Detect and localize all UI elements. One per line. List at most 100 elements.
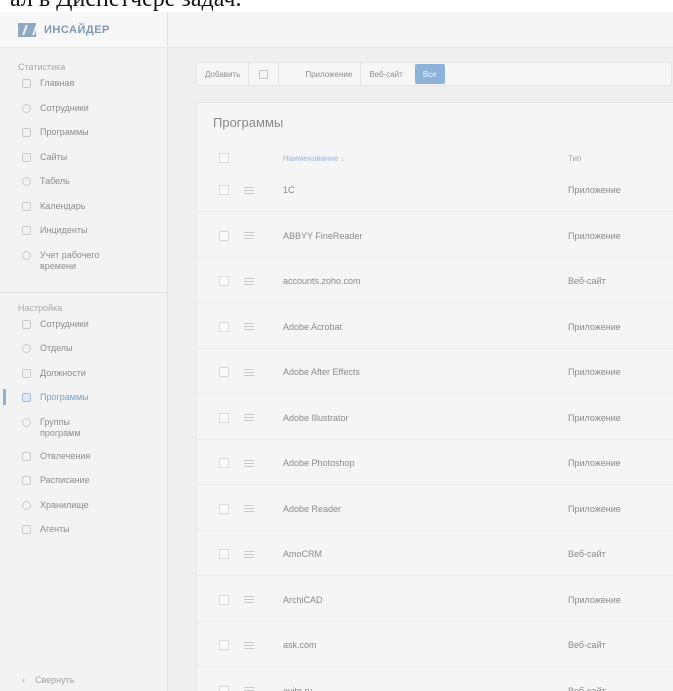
schedule-icon bbox=[22, 476, 31, 485]
stats-nav-list: Главная Сотрудники Программы Сайты Табель Кал… bbox=[0, 78, 167, 284]
drag-handle-icon[interactable] bbox=[244, 186, 254, 194]
filter-application-button[interactable]: Приложение bbox=[297, 63, 362, 85]
row-checkbox[interactable] bbox=[219, 640, 229, 650]
row-checkbox[interactable] bbox=[219, 276, 229, 286]
filter-website-button[interactable]: Веб-сайт bbox=[361, 63, 411, 85]
drag-handle-icon[interactable] bbox=[244, 323, 254, 330]
table-row[interactable]: Adobe After Effects Приложение bbox=[197, 365, 673, 379]
table-row[interactable]: ABBYY FineReader Приложение bbox=[197, 229, 673, 243]
row-checkbox[interactable] bbox=[219, 412, 229, 423]
filter-all-button[interactable]: Все bbox=[414, 64, 445, 84]
top-header bbox=[168, 12, 673, 48]
column-header-name[interactable]: Наименование ↓ bbox=[283, 154, 345, 163]
table-row[interactable]: Adobe Photoshop Приложение bbox=[197, 456, 673, 470]
table-row[interactable]: accounts.zoho.com Веб-сайт bbox=[197, 274, 673, 288]
row-checkbox[interactable] bbox=[219, 549, 229, 559]
collapse-sidebar-button[interactable]: ‹ Свернуть bbox=[22, 675, 74, 685]
program-name: accounts.zoho.com bbox=[283, 276, 361, 286]
row-checkbox[interactable] bbox=[219, 458, 229, 468]
sidebar-item[interactable]: Программы bbox=[0, 389, 167, 417]
apps-icon bbox=[22, 128, 31, 137]
row-checkbox[interactable] bbox=[219, 321, 229, 332]
row-divider bbox=[197, 484, 673, 485]
home-icon bbox=[22, 79, 31, 88]
chevron-left-icon: ‹ bbox=[22, 675, 25, 685]
user-icon bbox=[22, 319, 31, 329]
sidebar-item[interactable]: Календарь bbox=[0, 201, 167, 226]
sidebar-item[interactable]: Отделы bbox=[0, 343, 167, 368]
distraction-icon bbox=[22, 451, 31, 461]
sidebar-item[interactable]: Табель bbox=[0, 176, 167, 201]
drag-handle-icon[interactable] bbox=[244, 687, 254, 691]
sidebar-item[interactable]: Группы программ bbox=[0, 417, 167, 451]
row-checkbox[interactable] bbox=[219, 594, 229, 605]
logo-text: ИНСАЙДЕР bbox=[44, 23, 110, 36]
sidebar-item[interactable]: Главная bbox=[0, 78, 167, 103]
sidebar-item[interactable]: Отвлечения bbox=[0, 451, 167, 476]
row-divider bbox=[197, 438, 673, 440]
program-type: Приложение bbox=[568, 321, 621, 332]
program-type: Приложение bbox=[568, 185, 621, 195]
program-name: Adobe Photoshop bbox=[283, 458, 355, 468]
sidebar-item[interactable]: Сотрудники bbox=[0, 319, 167, 344]
add-button[interactable]: Добавить bbox=[197, 63, 250, 85]
programs-title: Программы bbox=[213, 115, 284, 130]
program-name: 1С bbox=[283, 185, 295, 195]
globe-icon bbox=[22, 152, 31, 162]
drag-handle-icon[interactable] bbox=[244, 414, 254, 421]
program-type: Приложение bbox=[568, 458, 621, 468]
row-divider bbox=[197, 620, 673, 622]
program-type: Приложение bbox=[568, 594, 621, 605]
sidebar-item[interactable]: Агенты bbox=[0, 524, 167, 549]
program-type: Веб-сайт bbox=[568, 276, 606, 286]
row-checkbox[interactable] bbox=[219, 685, 229, 691]
position-icon bbox=[22, 368, 31, 378]
delete-button[interactable] bbox=[249, 63, 280, 85]
sidebar-item[interactable]: Расписание bbox=[0, 475, 167, 500]
drag-handle-icon[interactable] bbox=[244, 596, 254, 603]
programs-card: Программы Наименование ↓ Тип 1С Приложение A… bbox=[196, 102, 673, 691]
main-area: Добавить Приложение Веб-сайт Все Програм… bbox=[168, 12, 673, 691]
drag-handle-icon[interactable] bbox=[244, 550, 254, 558]
row-checkbox[interactable] bbox=[219, 230, 229, 241]
program-name: Adobe Reader bbox=[283, 503, 342, 514]
sidebar-item[interactable]: Хранилище bbox=[0, 500, 167, 525]
sidebar-item-label: Программы bbox=[40, 127, 89, 137]
row-divider bbox=[197, 575, 673, 576]
sidebar-item[interactable]: Программы bbox=[0, 127, 167, 152]
row-divider bbox=[197, 256, 673, 258]
sidebar-item-label: Сотрудники bbox=[40, 102, 89, 113]
table-row[interactable]: ArchiCAD Приложение bbox=[197, 593, 673, 607]
sidebar-item[interactable]: Должности bbox=[0, 368, 167, 393]
table-row[interactable]: Adobe Illustrator Приложение bbox=[197, 411, 673, 425]
select-all-checkbox[interactable] bbox=[219, 153, 229, 163]
calendar-icon bbox=[22, 201, 31, 211]
sidebar-item[interactable]: Учет рабочего времени bbox=[0, 250, 167, 284]
table-row[interactable]: 1С Приложение bbox=[197, 183, 673, 197]
table-row[interactable]: AmoCRM Веб-сайт bbox=[197, 547, 673, 561]
drag-handle-icon[interactable] bbox=[244, 459, 254, 467]
sidebar-item[interactable]: Сайты bbox=[0, 152, 167, 177]
row-checkbox[interactable] bbox=[219, 367, 229, 377]
table-row[interactable]: avito.ru Веб-сайт bbox=[197, 684, 673, 691]
row-checkbox[interactable] bbox=[219, 503, 229, 514]
table-header-row: Наименование ↓ Тип bbox=[197, 151, 673, 165]
logo[interactable]: ИНСАЙДЕР bbox=[0, 12, 167, 48]
drag-handle-icon[interactable] bbox=[244, 368, 254, 376]
table-row[interactable]: Adobe Acrobat Приложение bbox=[197, 320, 673, 334]
trash-icon bbox=[259, 69, 269, 79]
drag-handle-icon[interactable] bbox=[244, 277, 254, 285]
drag-handle-icon[interactable] bbox=[244, 505, 254, 512]
table-row[interactable]: Adobe Reader Приложение bbox=[197, 502, 673, 516]
program-name: ArchiCAD bbox=[283, 594, 323, 605]
sidebar-item-label: Должности bbox=[40, 367, 86, 378]
sidebar: ИНСАЙДЕР Статистика Главная Сотрудники Про… bbox=[0, 12, 168, 691]
drag-handle-icon[interactable] bbox=[244, 641, 254, 649]
sidebar-item[interactable]: Инциденты bbox=[0, 225, 167, 250]
row-checkbox[interactable] bbox=[219, 185, 229, 195]
drag-handle-icon[interactable] bbox=[244, 232, 254, 239]
sidebar-item[interactable]: Сотрудники bbox=[0, 103, 167, 128]
table-row[interactable]: ask.com Веб-сайт bbox=[197, 638, 673, 652]
column-header-type[interactable]: Тип bbox=[568, 154, 581, 163]
program-name: Adobe After Effects bbox=[283, 367, 360, 377]
